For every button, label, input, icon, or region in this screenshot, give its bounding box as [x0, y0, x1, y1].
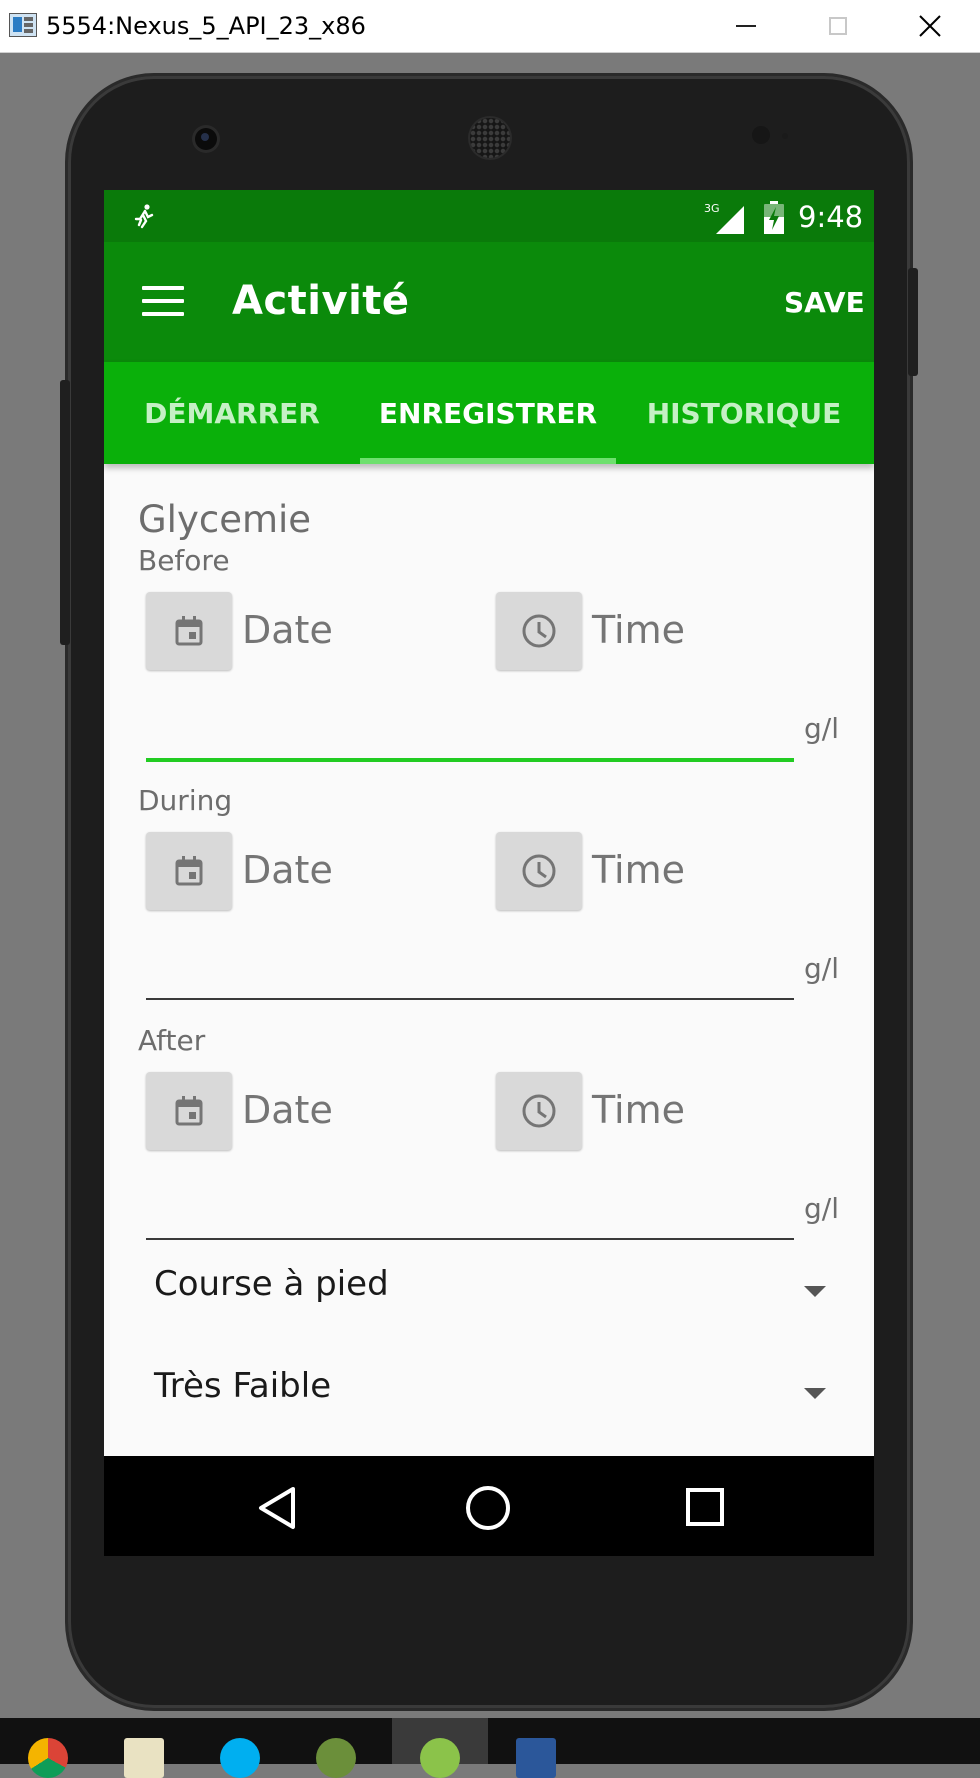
maximize-button[interactable] [792, 0, 884, 52]
date-label-after: Date [242, 1088, 333, 1132]
hamburger-menu-icon[interactable] [142, 286, 184, 316]
device-screen: 3G 9:48 Activité SAVE DÉMARRER ENREGISTR… [104, 190, 874, 1556]
android-icon [420, 1738, 460, 1778]
earpiece-speaker [470, 118, 510, 158]
tab-bar: DÉMARRER ENREGISTRER HISTORIQUE [104, 362, 874, 464]
time-label-before: Time [592, 608, 685, 652]
section-title-glycemie: Glycemie [138, 498, 312, 541]
notepad-icon [124, 1738, 164, 1778]
network-type-label: 3G [704, 202, 720, 215]
window-titlebar: 5554:Nexus_5_API_23_x86 [0, 0, 980, 53]
close-icon [919, 15, 941, 37]
chevron-down-icon[interactable] [804, 1388, 826, 1399]
time-label-after: Time [592, 1088, 685, 1132]
recent-apps-icon[interactable] [686, 1488, 724, 1526]
chrome-icon [28, 1738, 68, 1778]
taskbar-word[interactable] [488, 1718, 584, 1778]
date-label-before: Date [242, 608, 333, 652]
front-camera [195, 128, 217, 150]
date-picker-button-before[interactable] [146, 592, 232, 670]
date-picker-button-after[interactable] [146, 1072, 232, 1150]
word-icon [516, 1738, 556, 1778]
taskbar-chrome[interactable] [0, 1718, 96, 1778]
taskbar-skype[interactable] [192, 1718, 288, 1778]
tab-demarrer[interactable]: DÉMARRER [104, 362, 360, 464]
glycemia-input-after[interactable] [146, 1238, 794, 1240]
light-sensor [782, 133, 788, 139]
unit-label-before: g/l [804, 712, 839, 745]
page-title: Activité [232, 278, 410, 324]
intensity-spinner[interactable]: Très Faible [154, 1366, 331, 1406]
maximize-icon [829, 17, 847, 35]
status-bar: 3G 9:48 [104, 190, 874, 242]
phase-label-after: After [138, 1024, 206, 1057]
time-picker-button-during[interactable] [496, 832, 582, 910]
home-icon[interactable] [466, 1486, 510, 1530]
calendar-icon [175, 856, 203, 886]
signal-icon: 3G [704, 202, 744, 234]
battery-charging-icon [764, 201, 784, 234]
status-time: 9:48 [798, 200, 864, 234]
app-bar: Activité SAVE [104, 242, 874, 362]
save-button[interactable]: SAVE [784, 286, 865, 319]
android-studio-icon [316, 1738, 356, 1778]
phase-label-before: Before [138, 544, 230, 577]
glycemia-input-during[interactable] [146, 998, 794, 1000]
minimize-icon [736, 25, 756, 27]
tab-enregistrer[interactable]: ENREGISTRER [360, 362, 616, 464]
power-button[interactable] [908, 268, 918, 376]
date-picker-button-during[interactable] [146, 832, 232, 910]
unit-label-during: g/l [804, 952, 839, 985]
running-icon [134, 204, 154, 229]
clock-icon [522, 854, 556, 888]
activity-spinner[interactable]: Course à pied [154, 1264, 389, 1304]
windows-taskbar [0, 1718, 980, 1778]
taskbar-emulator[interactable] [392, 1718, 488, 1778]
phase-label-during: During [138, 784, 233, 817]
date-label-during: Date [242, 848, 333, 892]
unit-label-after: g/l [804, 1192, 839, 1225]
skype-icon [220, 1738, 260, 1778]
clock-icon [522, 614, 556, 648]
chevron-down-icon[interactable] [804, 1286, 826, 1297]
window-title: 5554:Nexus_5_API_23_x86 [46, 12, 366, 40]
calendar-icon [175, 616, 203, 646]
time-picker-button-before[interactable] [496, 592, 582, 670]
proximity-sensor [752, 126, 770, 144]
glycemia-input-before[interactable] [146, 758, 794, 762]
android-nav-bar [104, 1456, 874, 1556]
emulator-app-icon [9, 13, 37, 37]
taskbar-notepad[interactable] [96, 1718, 192, 1778]
close-button[interactable] [884, 0, 976, 52]
calendar-icon [175, 1096, 203, 1126]
taskbar-android-studio[interactable] [288, 1718, 384, 1778]
time-picker-button-after[interactable] [496, 1072, 582, 1150]
clock-icon [522, 1094, 556, 1128]
time-label-during: Time [592, 848, 685, 892]
form-content: Glycemie Before Date Time g/l During Dat… [104, 464, 874, 1464]
volume-button[interactable] [60, 380, 70, 645]
back-icon[interactable] [257, 1486, 297, 1530]
tab-historique[interactable]: HISTORIQUE [616, 362, 872, 464]
minimize-button[interactable] [700, 0, 792, 52]
